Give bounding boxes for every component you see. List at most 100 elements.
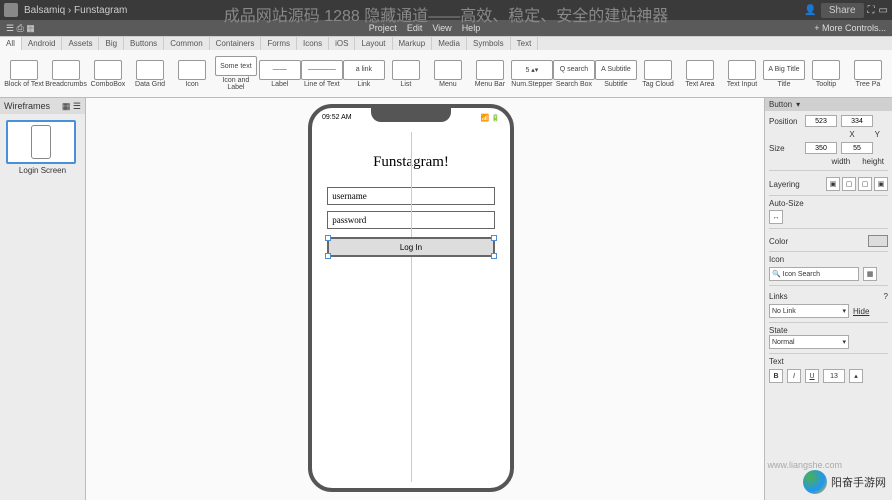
ribbon-tab[interactable]: iOS [329,37,355,50]
ribbon-control[interactable]: A SubtitleSubtitle [596,60,636,88]
color-swatch[interactable] [868,235,888,247]
menubar: ☰ ⎙ ▦ Project Edit View Help + More Cont… [0,20,892,36]
menu-view[interactable]: View [432,23,451,33]
ribbon-control[interactable]: Icon [172,60,212,88]
share-button[interactable]: Share [821,3,864,18]
selection-handle[interactable] [325,235,331,241]
ribbon-tab-all[interactable]: All [0,37,22,50]
hide-link[interactable]: Hide [853,307,869,316]
wireframes-header: Wireframes ▦ ☰ [0,98,85,114]
ribbon-control[interactable]: Menu [428,60,468,88]
ribbon-tab[interactable]: Forms [261,37,297,50]
bold-icon[interactable]: B [769,369,783,383]
ribbon-control-icon [178,60,206,80]
ribbon-control[interactable]: A Big TitleTitle [764,60,804,88]
ribbon-tab[interactable]: Icons [297,37,329,50]
ribbon-tab[interactable]: Assets [62,37,99,50]
pos-y-input[interactable] [841,115,873,127]
ribbon-tab[interactable]: Android [22,37,63,50]
link-select[interactable]: No Link▾ [769,304,849,318]
ribbon-tab[interactable]: Buttons [124,37,164,50]
ribbon-tab[interactable]: Containers [210,37,262,50]
state-select[interactable]: Normal▾ [769,335,849,349]
menu-project[interactable]: Project [369,23,397,33]
breadcrumb[interactable]: Balsamiq › Funstagram [24,5,127,16]
ribbon-control[interactable]: Q searchSearch Box [554,60,594,88]
ribbon-control-label: Num.Stepper [511,81,552,88]
ribbon-control-label: Tag Cloud [642,81,674,88]
menu-edit[interactable]: Edit [407,23,423,33]
font-size-input[interactable]: 13 [823,369,845,383]
ribbon-control-label: Text Area [685,81,714,88]
ribbon-control[interactable]: ——Label [260,60,300,88]
position-label: Position [769,117,801,126]
underline-icon[interactable]: U [805,369,819,383]
height-input[interactable] [841,142,873,154]
ribbon-tab[interactable]: Text [511,37,539,50]
ribbon-control[interactable]: Tooltip [806,60,846,88]
ribbon-tab[interactable]: Big [99,37,124,50]
color-label: Color [769,237,788,246]
selection-handle[interactable] [325,253,331,259]
autosize-h-icon[interactable]: ↔ [769,210,783,224]
canvas[interactable]: 09:52 AM 📶 🔋 Funstagram! username passwo… [86,98,764,500]
ribbon-control-icon: 5 ▴▾ [511,60,553,80]
menu-left-icons[interactable]: ☰ ⎙ ▦ [6,23,35,34]
ribbon-control-label: Title [778,81,791,88]
ribbon-control-icon: —— [259,60,301,80]
ribbon-control[interactable]: Text Area [680,60,720,88]
inspector-header[interactable]: Button▾ [765,98,892,111]
ribbon-control-label: ComboBox [91,81,126,88]
watermark-brand: 阳奋手游网 [803,470,886,494]
ribbon-control[interactable]: Data Grid [130,60,170,88]
ribbon-control[interactable]: 5 ▴▾Num.Stepper [512,60,552,88]
ribbon-control-label: Icon [185,81,198,88]
window-icon[interactable]: ▭ [879,5,888,16]
wireframe-thumbnail[interactable]: Login Screen [6,120,79,175]
user-avatar-icon[interactable]: 👤 [804,5,816,16]
font-size-up-icon[interactable]: ▴ [849,369,863,383]
fullscreen-icon[interactable]: ⛶ [868,5,875,16]
ribbon-tab[interactable]: Symbols [467,37,511,50]
ribbon-control[interactable]: List [386,60,426,88]
ribbon-tab[interactable]: Layout [355,37,392,50]
ribbon-control[interactable]: Tag Cloud [638,60,678,88]
ribbon-control[interactable]: Text Input [722,60,762,88]
width-input[interactable] [805,142,837,154]
ribbon-control[interactable]: Menu Bar [470,60,510,88]
links-help-icon[interactable]: ? [884,292,888,301]
ribbon-control[interactable]: Tree Pa [848,60,888,88]
ribbon-tab[interactable]: Markup [393,37,433,50]
panel-icons[interactable]: ▦ ☰ [62,101,81,112]
icon-search-input[interactable]: 🔍 Icon Search [769,267,859,281]
selection-handle[interactable] [491,235,497,241]
send-backward-icon[interactable]: ▢ [858,177,872,191]
bring-forward-icon[interactable]: ▢ [842,177,856,191]
ribbon-control[interactable]: Breadcrumbs [46,60,86,88]
ribbon-control-icon [644,60,672,80]
ribbon-tab[interactable]: Media [432,37,467,50]
ribbon-control-icon [94,60,122,80]
send-back-icon[interactable]: ▣ [874,177,888,191]
ribbon-control[interactable]: a linkLink [344,60,384,88]
ribbon-control[interactable]: ————Line of Text [302,60,342,88]
chevron-down-icon: ▾ [842,307,846,315]
ribbon-control[interactable]: Some textIcon and Label [214,56,258,91]
ribbon-control[interactable]: Block of Text [4,60,44,88]
ribbon-control-icon [10,60,38,80]
icon-grid-icon[interactable]: ▦ [863,267,877,281]
menu-help[interactable]: Help [462,23,481,33]
italic-icon[interactable]: I [787,369,801,383]
selection-handle[interactable] [491,253,497,259]
more-controls-link[interactable]: + More Controls... [814,23,886,33]
layering-label: Layering [769,180,800,189]
phone-frame[interactable]: 09:52 AM 📶 🔋 Funstagram! username passwo… [308,104,514,492]
thumb-label: Login Screen [6,166,79,175]
titlebar: Balsamiq › Funstagram 👤 Share ⛶ ▭ [0,0,892,20]
bring-front-icon[interactable]: ▣ [826,177,840,191]
ribbon-tab[interactable]: Common [164,37,209,50]
login-button[interactable]: Log In [327,237,494,257]
ribbon-control[interactable]: ComboBox [88,60,128,88]
wireframes-panel: Wireframes ▦ ☰ Login Screen [0,98,86,500]
pos-x-input[interactable] [805,115,837,127]
